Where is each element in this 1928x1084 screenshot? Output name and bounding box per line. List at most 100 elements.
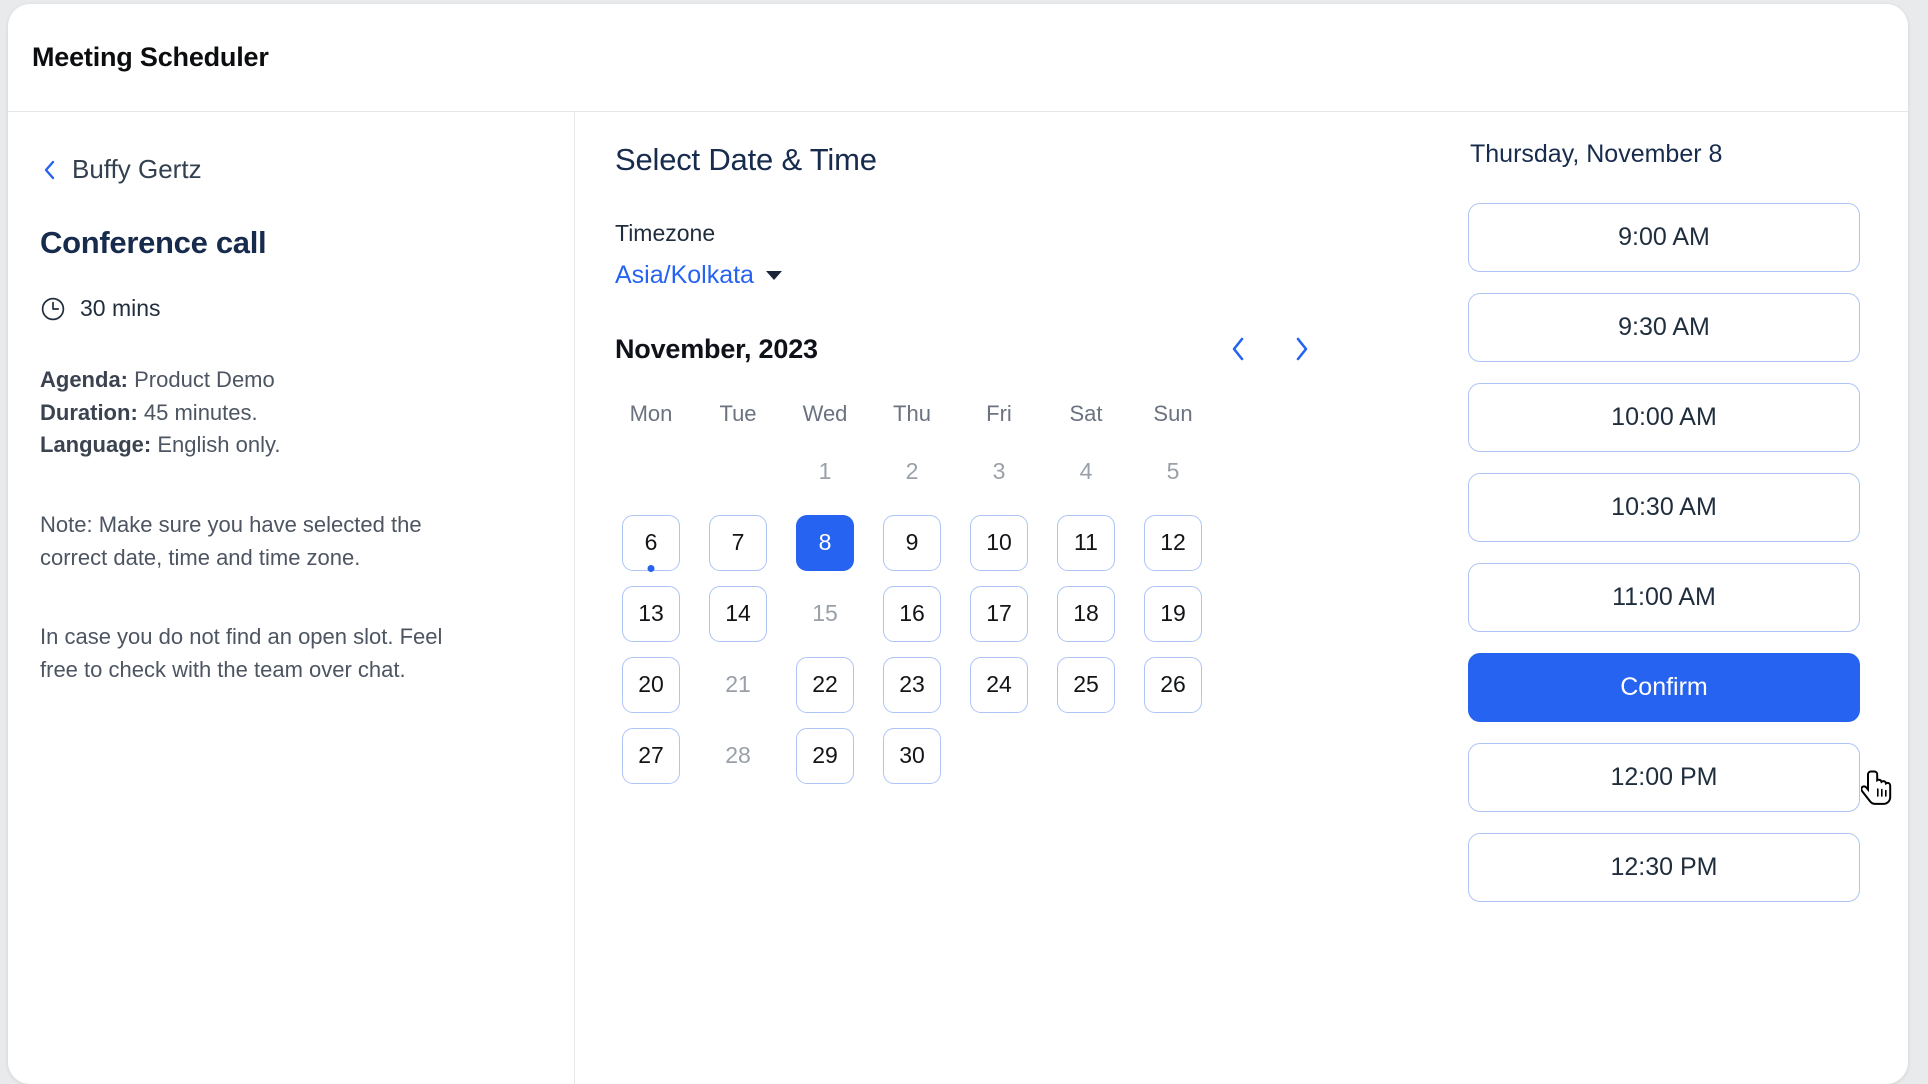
time-slot-button[interactable]: 10:00 AM <box>1468 383 1860 452</box>
calendar-day-cell <box>1137 720 1209 791</box>
event-meta-list: Agenda: Product Demo Duration: 45 minute… <box>40 364 534 462</box>
calendar-day-cell: 28 <box>702 720 774 791</box>
time-slot-button[interactable]: 12:30 PM <box>1468 833 1860 902</box>
calendar-day-7[interactable]: 7 <box>709 514 767 571</box>
calendar-day-cell: 2 <box>876 436 948 507</box>
calendar-day-cell: 3 <box>963 436 1035 507</box>
meta-row: Agenda: Product Demo <box>40 364 534 397</box>
calendar-day-1: 1 <box>818 458 832 484</box>
weekday-header: Sun <box>1153 401 1193 426</box>
weekday-header: Sat <box>1069 401 1103 426</box>
calendar-day-cell: 10 <box>963 507 1035 578</box>
event-duration: 30 mins <box>40 295 534 322</box>
calendar-day-cell: 26 <box>1137 649 1209 720</box>
calendar-day-cell <box>702 436 774 507</box>
timezone-select[interactable]: Asia/Kolkata <box>615 261 782 290</box>
time-slot-button[interactable]: 11:00 AM <box>1468 563 1860 632</box>
time-slots-panel: Thursday, November 8 9:00 AM 9:30 AM 10:00… <box>1468 112 1908 1084</box>
weekday-header: Fri <box>986 401 1012 426</box>
weekday-header: Wed <box>802 401 848 426</box>
calendar-day-cell: 14 <box>702 578 774 649</box>
calendar-day-cell: 11 <box>1050 507 1122 578</box>
selected-date-label: Thursday, November 8 <box>1470 140 1723 168</box>
calendar-day-14[interactable]: 14 <box>709 585 767 642</box>
calendar-day-cell: 18 <box>1050 578 1122 649</box>
availability-dot-icon <box>647 565 655 572</box>
event-title: Conference call <box>40 225 267 260</box>
calendar-day-5: 5 <box>1166 458 1180 484</box>
calendar-day-cell <box>1050 720 1122 791</box>
calendar-month-label: November, 2023 <box>615 333 818 364</box>
calendar-day-19[interactable]: 19 <box>1144 585 1202 642</box>
calendar-day-6[interactable]: 6 <box>622 514 680 571</box>
calendar-day-22[interactable]: 22 <box>796 656 854 713</box>
calendar-day-3: 3 <box>992 458 1006 484</box>
calendar-day-cell: 13 <box>615 578 687 649</box>
time-slot-button[interactable]: 12:00 PM <box>1468 743 1860 812</box>
calendar-panel: Select Date & Time Timezone Asia/Kolkata… <box>575 112 1468 1084</box>
calendar-day-cell: 16 <box>876 578 948 649</box>
timezone-label: Timezone <box>615 220 716 246</box>
app-card: Meeting Scheduler Buffy Gertz Conference… <box>8 4 1908 1084</box>
calendar-day-26[interactable]: 26 <box>1144 656 1202 713</box>
calendar-day-cell <box>963 720 1035 791</box>
calendar-day-cell <box>615 436 687 507</box>
calendar-day-cell: 24 <box>963 649 1035 720</box>
note-text-secondary: In case you do not find an open slot. Fe… <box>40 623 443 682</box>
chevron-left-icon[interactable] <box>40 158 58 182</box>
calendar-day-20[interactable]: 20 <box>622 656 680 713</box>
chevron-down-icon <box>765 271 782 280</box>
time-slot-button[interactable]: 9:00 AM <box>1468 203 1860 272</box>
app-body: Buffy Gertz Conference call 30 mins Agen… <box>8 112 1908 1084</box>
calendar-header: November, 2023 <box>615 332 1355 366</box>
calendar-day-9[interactable]: 9 <box>883 514 941 571</box>
back-to-organizer[interactable]: Buffy Gertz <box>40 154 534 185</box>
calendar-day-cell: 23 <box>876 649 948 720</box>
calendar-day-29[interactable]: 29 <box>796 727 854 784</box>
calendar-day-25[interactable]: 25 <box>1057 656 1115 713</box>
prev-month-button[interactable] <box>1221 332 1255 366</box>
calendar-day-12[interactable]: 12 <box>1144 514 1202 571</box>
calendar-day-cell: 25 <box>1050 649 1122 720</box>
timezone-value: Asia/Kolkata <box>615 261 754 289</box>
clock-icon <box>40 296 66 322</box>
calendar-day-cell: 29 <box>789 720 861 791</box>
calendar-day-cell: 30 <box>876 720 948 791</box>
calendar-day-30[interactable]: 30 <box>883 727 941 784</box>
calendar-nav <box>1221 332 1355 366</box>
weekday-header: Mon <box>629 401 673 426</box>
calendar-day-24[interactable]: 24 <box>970 656 1028 713</box>
calendar-day-cell: 21 <box>702 649 774 720</box>
calendar-day-23[interactable]: 23 <box>883 656 941 713</box>
time-slot-list: 9:00 AM 9:30 AM 10:00 AM 10:30 AM 11:00 AM Co… <box>1468 203 1860 902</box>
calendar-day-8[interactable]: 8 <box>796 514 854 571</box>
calendar-day-cell: 27 <box>615 720 687 791</box>
calendar-day-cell: 7 <box>702 507 774 578</box>
time-slot-button[interactable]: 9:30 AM <box>1468 293 1860 362</box>
meta-label: Duration: <box>40 399 138 425</box>
calendar-day-17[interactable]: 17 <box>970 585 1028 642</box>
meta-label: Agenda: <box>40 367 128 392</box>
calendar-day-4: 4 <box>1079 458 1093 484</box>
calendar-day-cell: 20 <box>615 649 687 720</box>
app-header: Meeting Scheduler <box>8 4 1908 112</box>
page-title: Meeting Scheduler <box>32 42 269 72</box>
calendar-day-cell: 8 <box>789 507 861 578</box>
calendar-day-27[interactable]: 27 <box>622 727 680 784</box>
calendar-day-16[interactable]: 16 <box>883 585 941 642</box>
calendar-day-cell: 19 <box>1137 578 1209 649</box>
calendar-day-18[interactable]: 18 <box>1057 585 1115 642</box>
time-slot-button[interactable]: 10:30 AM <box>1468 473 1860 542</box>
section-title: Select Date & Time <box>615 142 877 177</box>
calendar-day-cell: 17 <box>963 578 1035 649</box>
confirm-button[interactable]: Confirm <box>1468 653 1860 722</box>
calendar-day-cell: 5 <box>1137 436 1209 507</box>
meta-value: 45 minutes. <box>143 399 258 425</box>
next-month-button[interactable] <box>1285 332 1319 366</box>
calendar-day-13[interactable]: 13 <box>622 585 680 642</box>
calendar-day-cell: 15 <box>789 578 861 649</box>
calendar-grid: Mon Tue Wed Thu Fri Sat Sun 1 2 3 4 5 6 7 8 9 10 11 12 13 14… <box>615 392 1215 791</box>
calendar-day-10[interactable]: 10 <box>970 514 1028 571</box>
calendar-day-2: 2 <box>905 458 919 484</box>
calendar-day-11[interactable]: 11 <box>1057 514 1115 571</box>
